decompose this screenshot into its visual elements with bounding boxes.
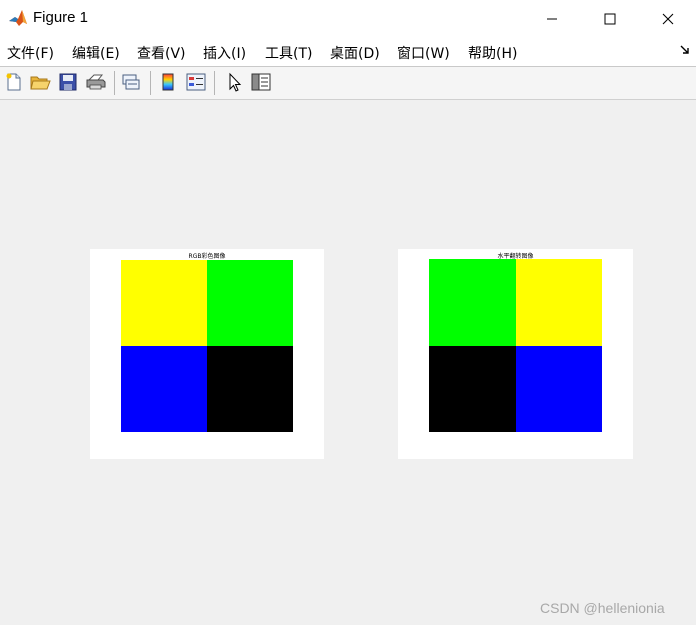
new-figure-icon[interactable] — [3, 71, 25, 93]
menu-bar: 文件(F) 编辑(E) 查看(V) 插入(I) 工具(T) 桌面(D) 窗口(W… — [0, 37, 696, 66]
toolbar-separator — [214, 71, 215, 95]
toolbar-separator — [150, 71, 151, 95]
save-icon[interactable] — [57, 71, 79, 93]
menu-window[interactable]: 窗口(W) — [397, 43, 450, 63]
left-quadrant-bottom-right — [207, 346, 293, 432]
window-title: Figure 1 — [33, 9, 89, 26]
menu-view[interactable]: 查看(V) — [137, 43, 186, 63]
print-icon[interactable] — [85, 71, 107, 93]
left-axes-title: RGB彩色图像 — [188, 253, 226, 260]
dock-arrow-icon[interactable] — [680, 44, 690, 58]
close-icon[interactable] — [639, 0, 696, 37]
right-quadrant-bottom-right — [516, 346, 602, 432]
right-quadrant-top-left — [429, 259, 516, 346]
left-quadrant-bottom-left — [121, 346, 207, 432]
minimize-icon[interactable] — [523, 0, 581, 37]
menu-tools[interactable]: 工具(T) — [265, 43, 312, 63]
open-file-icon[interactable] — [29, 71, 51, 93]
toolbar — [0, 67, 696, 100]
menu-insert[interactable]: 插入(I) — [203, 43, 246, 63]
watermark: CSDN @hellenionia — [540, 600, 665, 616]
title-bar: Figure 1 — [0, 0, 696, 37]
insert-colorbar-icon[interactable] — [157, 71, 179, 93]
property-inspector-icon[interactable] — [250, 71, 272, 93]
matlab-icon — [8, 8, 28, 28]
right-quadrant-top-right — [516, 259, 602, 346]
menu-desktop[interactable]: 桌面(D) — [330, 43, 380, 63]
maximize-icon[interactable] — [581, 0, 639, 37]
left-quadrant-top-right — [207, 260, 293, 346]
left-quadrant-top-left — [121, 260, 207, 346]
menu-edit[interactable]: 编辑(E) — [72, 43, 120, 63]
menu-help[interactable]: 帮助(H) — [468, 43, 517, 63]
toolbar-separator — [114, 71, 115, 95]
link-plot-icon[interactable] — [120, 71, 142, 93]
menu-file[interactable]: 文件(F) — [7, 43, 54, 63]
insert-legend-icon[interactable] — [185, 71, 207, 93]
right-quadrant-bottom-left — [429, 346, 516, 432]
pointer-icon[interactable] — [223, 71, 245, 93]
